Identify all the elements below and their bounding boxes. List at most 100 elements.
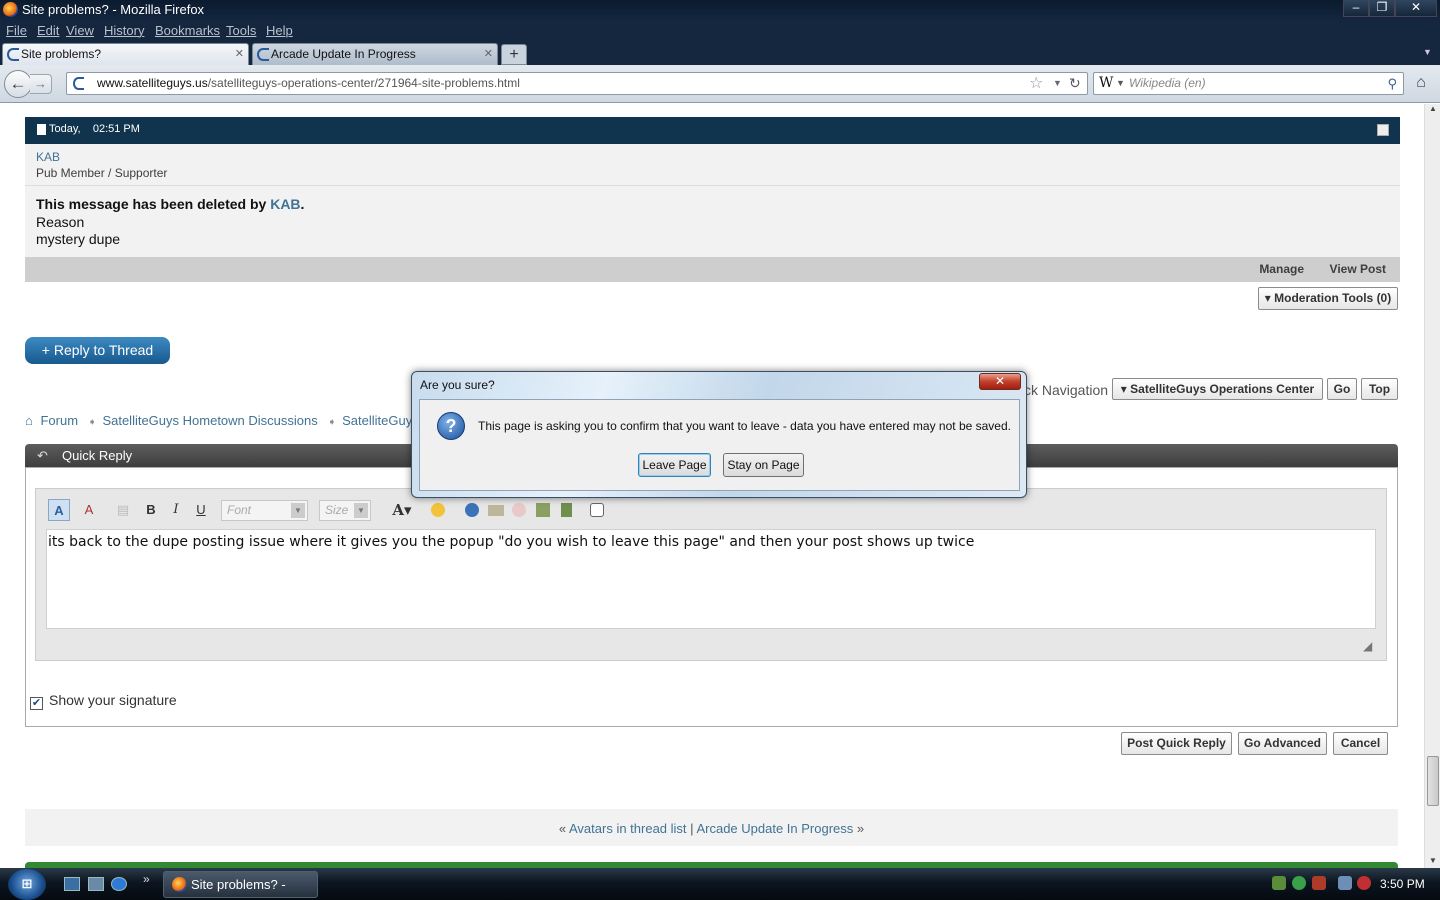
taskbar: ⊞ » Site problems? - Mo... 3:50 PM	[0, 868, 1440, 900]
switch-windows-icon[interactable]	[88, 877, 104, 891]
engine-dropdown-icon[interactable]: ▼	[1116, 73, 1125, 94]
chevron-down-icon: ▼	[291, 503, 305, 518]
search-icon[interactable]: ⚲	[1387, 73, 1397, 94]
search-bar[interactable]: W ▼ Wikipedia (en) ⚲	[1093, 72, 1404, 95]
scrollbar-thumb[interactable]	[1427, 756, 1439, 806]
firefox-icon	[172, 877, 187, 892]
tab-close-icon[interactable]: ✕	[235, 44, 244, 65]
volume-muted-icon[interactable]	[1357, 876, 1371, 890]
menu-history[interactable]: History	[104, 23, 144, 38]
paste-icon[interactable]: ▤	[112, 499, 134, 521]
question-icon: ?	[437, 412, 465, 440]
menu-tools[interactable]: Tools	[226, 23, 256, 38]
quote-icon[interactable]	[590, 503, 604, 517]
tray-app-icon[interactable]	[1272, 876, 1286, 890]
resize-grip-icon[interactable]: ◢	[1363, 639, 1372, 653]
menu-file[interactable]: File	[6, 23, 27, 38]
url-text: www.satelliteguys.us/satelliteguys-opera…	[97, 76, 520, 90]
post-quick-reply-button[interactable]: Post Quick Reply	[1121, 732, 1232, 755]
url-bar[interactable]: www.satelliteguys.us/satelliteguys-opera…	[66, 72, 1088, 95]
tab-site-problems[interactable]: Site problems? ✕	[2, 43, 249, 65]
size-select[interactable]: Size ▼	[319, 500, 371, 521]
new-tab-button[interactable]: +	[501, 44, 527, 65]
unlink-icon[interactable]	[512, 503, 526, 517]
breadcrumb-forum[interactable]: Forum	[40, 413, 78, 428]
tab-close-icon[interactable]: ✕	[484, 44, 493, 65]
history-dropdown-icon[interactable]: ▼	[1053, 73, 1062, 94]
taskbar-firefox-button[interactable]: Site problems? - Mo...	[163, 871, 318, 898]
breadcrumb-hometown[interactable]: SatelliteGuys Hometown Discussions	[102, 413, 317, 428]
dialog-message: This page is asking you to confirm that …	[478, 419, 1011, 433]
leave-page-button[interactable]: Leave Page	[638, 453, 711, 477]
smiley-icon[interactable]	[431, 503, 445, 517]
reply-to-thread-button[interactable]: + Reply to Thread	[25, 337, 170, 364]
breadcrumb-arrow-icon: ➧	[88, 417, 97, 428]
tab-arcade-update[interactable]: Arcade Update In Progress ✕	[252, 43, 498, 65]
scroll-down-icon[interactable]: ▼	[1429, 856, 1437, 865]
tab-list-dropdown-icon[interactable]: ▼	[1423, 47, 1432, 57]
menu-edit[interactable]: Edit	[37, 23, 59, 38]
menu-bookmarks[interactable]: Bookmarks	[155, 23, 220, 38]
quick-launch-more-icon[interactable]: »	[143, 872, 150, 886]
wikipedia-icon[interactable]: W	[1099, 73, 1113, 94]
cancel-button[interactable]: Cancel	[1333, 732, 1388, 755]
text-color-icon[interactable]: A▾	[388, 499, 416, 521]
dialog-close-button[interactable]: ✕	[979, 373, 1021, 390]
network-icon[interactable]	[1338, 876, 1352, 890]
underline-icon[interactable]: U	[190, 499, 212, 521]
menu-help[interactable]: Help	[266, 23, 293, 38]
insert-image-icon[interactable]	[536, 503, 550, 517]
post-username[interactable]: KAB	[36, 150, 60, 164]
reload-icon[interactable]: ↻	[1069, 73, 1081, 94]
reply-arrow-icon: ↶	[37, 448, 48, 463]
menu-view[interactable]: View	[66, 23, 94, 38]
go-advanced-button[interactable]: Go Advanced	[1238, 732, 1327, 755]
editor-toolbar: A A ▤ B I U Font ▼ Size ▼ A▾	[45, 497, 1375, 524]
insert-link-icon[interactable]	[465, 503, 479, 517]
next-thread-link[interactable]: Arcade Update In Progress	[696, 821, 853, 836]
show-signature-checkbox[interactable]: ✔	[30, 697, 43, 710]
chevron-down-icon: ▼	[354, 503, 368, 518]
insert-video-icon[interactable]	[561, 503, 572, 517]
home-icon[interactable]: ⌂	[25, 413, 33, 428]
back-button[interactable]: ←	[4, 70, 32, 98]
manage-link[interactable]: Manage	[1259, 257, 1304, 282]
view-post-link[interactable]: View Post	[1330, 257, 1386, 282]
bookmark-star-icon[interactable]: ☆	[1029, 73, 1043, 94]
message-textarea[interactable]: its back to the dupe posting issue where…	[46, 529, 1376, 629]
start-button[interactable]: ⊞	[8, 869, 46, 900]
tray-update-icon[interactable]	[1292, 876, 1306, 890]
scroll-up-icon[interactable]: ▲	[1429, 104, 1437, 113]
forum-jump-select[interactable]: ▾ SatelliteGuys Operations Center	[1112, 378, 1323, 400]
search-placeholder: Wikipedia (en)	[1129, 76, 1206, 90]
tab-bar: Site problems? ✕ Arcade Update In Progre…	[0, 41, 1440, 65]
font-select[interactable]: Font ▼	[221, 500, 308, 521]
bold-icon[interactable]: B	[140, 499, 162, 521]
breadcrumb-satelliteguys[interactable]: SatelliteGuys	[342, 413, 419, 428]
previous-thread-link[interactable]: Avatars in thread list	[569, 821, 687, 836]
maximize-button[interactable]: ❐	[1369, 0, 1395, 17]
close-window-button[interactable]: ✕	[1395, 0, 1437, 17]
italic-icon[interactable]: I	[165, 499, 187, 521]
show-signature-label[interactable]: Show your signature	[49, 692, 177, 708]
site-identity-icon[interactable]	[73, 77, 84, 90]
top-button[interactable]: Top	[1361, 378, 1398, 400]
vertical-scrollbar[interactable]: ▲ ▼	[1424, 104, 1440, 868]
forward-button[interactable]: →	[30, 74, 52, 94]
stay-on-page-button[interactable]: Stay on Page	[723, 453, 804, 477]
quick-reply-title: Quick Reply	[62, 448, 133, 463]
minimize-button[interactable]: –	[1343, 0, 1369, 17]
remove-format-icon[interactable]: A	[78, 499, 100, 521]
home-icon[interactable]: ⌂	[1409, 72, 1433, 95]
moderation-tools-button[interactable]: ▾ Moderation Tools (0)	[1258, 287, 1398, 310]
go-button[interactable]: Go	[1327, 378, 1357, 400]
internet-explorer-icon[interactable]	[111, 877, 127, 891]
clock[interactable]: 3:50 PM	[1380, 877, 1425, 891]
insert-email-icon[interactable]	[488, 505, 504, 516]
wysiwyg-toggle-icon[interactable]: A	[48, 499, 70, 521]
deleted-by-link[interactable]: KAB	[270, 196, 300, 212]
show-desktop-icon[interactable]	[64, 877, 80, 891]
tray-media-icon[interactable]	[1312, 876, 1326, 890]
post-body: KAB Pub Member / Supporter This message …	[25, 144, 1400, 257]
post-select-checkbox[interactable]	[1377, 124, 1389, 136]
